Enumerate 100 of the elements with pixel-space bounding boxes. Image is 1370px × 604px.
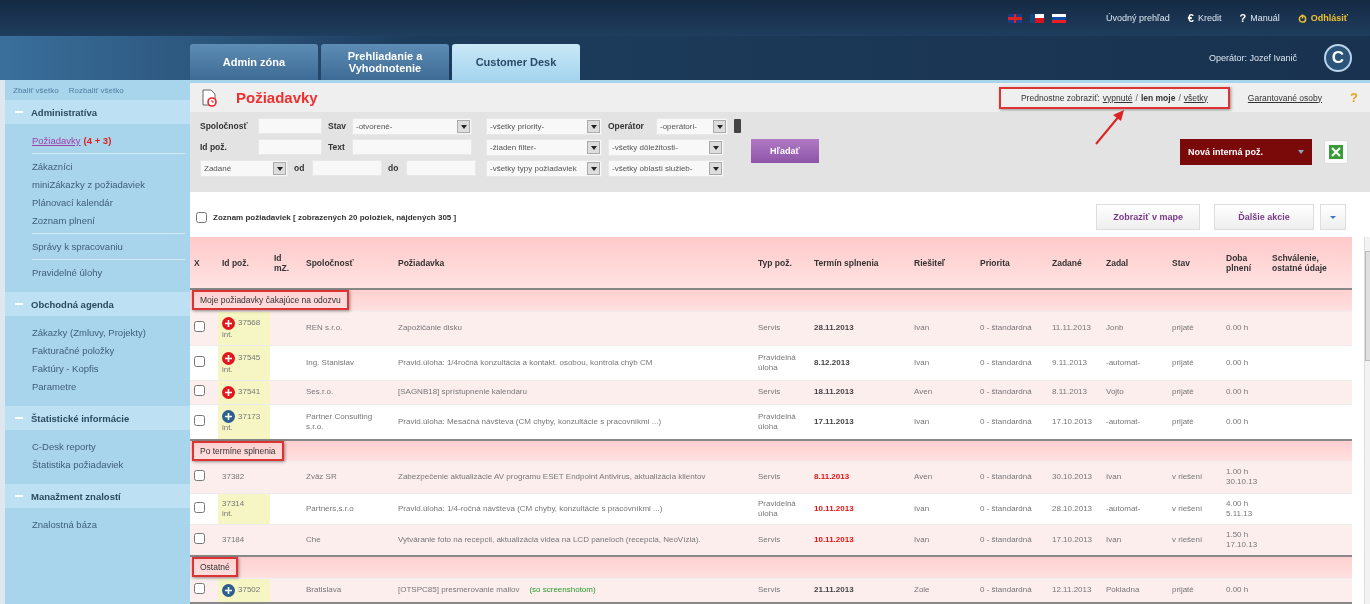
row-checkbox[interactable] — [194, 501, 205, 513]
actions-button[interactable]: Ďalšie akcie — [1214, 204, 1314, 230]
sidebar-item[interactable]: Požiadavky (4 + 3) — [32, 132, 185, 154]
column-header[interactable]: Schválenie, ostatné údaje — [1268, 237, 1352, 289]
row-checkbox[interactable] — [194, 470, 205, 482]
status: v riešení — [1172, 472, 1203, 482]
column-header[interactable]: Priorita — [976, 237, 1048, 289]
flag-icon[interactable] — [1052, 13, 1067, 23]
header-link[interactable]: ? Manuál — [1239, 12, 1280, 24]
column-header[interactable]: Doba plnení — [1222, 237, 1268, 289]
select-all-checkbox[interactable] — [196, 211, 207, 223]
sidebar-section-header[interactable]: Štatistické informácie — [5, 406, 190, 430]
sidebar-section-header[interactable]: Administratíva — [5, 100, 190, 124]
sidebar-item[interactable]: Parametre — [32, 378, 190, 396]
due-date: 8.12.2013 — [814, 358, 850, 367]
solver: Aven — [914, 387, 933, 397]
column-header[interactable]: Typ pož. — [754, 237, 810, 289]
row-checkbox[interactable] — [194, 415, 205, 426]
header-link[interactable]: € Kredit — [1187, 12, 1222, 24]
group-title: Po termíne splnenia — [192, 441, 284, 462]
created-date: 12.11.2013 — [1052, 585, 1092, 595]
request-type-select[interactable]: -všetky typy požiadaviek — [486, 159, 602, 177]
column-header[interactable]: Zadal — [1102, 237, 1168, 289]
note: (so screenshotom) — [529, 585, 596, 595]
tab[interactable]: Admin zóna — [190, 44, 318, 80]
sidebar-item[interactable]: C-Desk reporty — [32, 438, 190, 456]
sidebar-item[interactable]: Fakturačné položky — [32, 342, 190, 360]
sidebar-item[interactable]: Zákazníci — [32, 158, 190, 176]
sidebar-item[interactable]: Pravidelné úlohy — [32, 264, 190, 282]
service-area-select[interactable]: -všetky oblasti služieb- — [608, 159, 724, 177]
company: Partner Consulting s.r.o. — [306, 412, 373, 431]
logout-link[interactable]: Odhlásiť — [1297, 13, 1348, 23]
column-header[interactable]: Stav — [1168, 237, 1222, 289]
header-link[interactable]: Úvodný prehľad — [1106, 13, 1170, 23]
request-type: Servis — [758, 472, 781, 482]
status: prijaté — [1172, 387, 1194, 397]
sidebar-item[interactable]: Zákazky (Zmluvy, Projekty) — [32, 324, 190, 342]
tab[interactable]: Customer Desk — [452, 44, 580, 80]
row-checkbox[interactable] — [194, 532, 205, 544]
created-date: 11.11.2013 — [1052, 323, 1091, 333]
column-header[interactable]: Id mZ. — [270, 237, 302, 289]
date-type-select[interactable]: Zadané — [200, 159, 288, 177]
operator-select[interactable]: -operátori- — [656, 117, 728, 135]
flag-icon[interactable] — [1030, 13, 1045, 23]
status-select[interactable]: -otvorené- — [352, 117, 472, 135]
row-checkbox[interactable] — [194, 321, 205, 333]
group-title: Ostatné — [192, 557, 238, 578]
column-header[interactable]: Spoločnosť — [302, 237, 394, 289]
priority: 0 - štandardná — [980, 417, 1032, 426]
sidebar-section-header[interactable]: Manažment znalostí — [5, 484, 190, 508]
sidebar-item[interactable]: Zoznam plnení — [32, 212, 185, 234]
section-title: Štatistické informácie — [31, 412, 130, 424]
map-button[interactable]: Zobraziť v mape — [1096, 204, 1200, 230]
created-by: Ivan — [1106, 534, 1122, 544]
status: v riešení — [1172, 503, 1203, 513]
priority: 0 - štandardná — [980, 585, 1032, 595]
annotation-arrow — [1093, 107, 1127, 147]
column-header[interactable]: Požiadavka — [394, 237, 754, 289]
priority-select[interactable]: -všetky priority- — [486, 117, 602, 135]
view-filter-label: Prednostne zobraziť: — [1020, 92, 1100, 103]
field-label: Operátor — [608, 121, 645, 131]
guarantors-link[interactable]: Garantované osoby — [1247, 92, 1323, 103]
sidebar-item[interactable]: Plánovací kalendár — [32, 194, 190, 212]
solver: Zole — [914, 585, 930, 595]
view-option-link[interactable]: všetky — [1183, 92, 1208, 103]
priority: 0 - štandardná — [980, 358, 1032, 367]
sidebar-section-header[interactable]: Obchodná agenda — [5, 292, 190, 316]
column-header[interactable]: X — [190, 237, 218, 289]
group-title: Moje požiadavky čakajúce na odozvu — [192, 290, 349, 311]
saved-filter-select[interactable]: -žiaden filter- — [486, 138, 602, 156]
operator-name: Operátor: Jozef Ivanič — [1208, 53, 1297, 63]
duration: 0.00 h — [1226, 358, 1250, 368]
excel-export-icon[interactable] — [1324, 140, 1348, 164]
created-by: Ivan — [1106, 472, 1122, 482]
view-option-link[interactable]: len moje — [1140, 92, 1176, 103]
view-option-link[interactable]: vypnuté — [1102, 92, 1133, 103]
request-id: 37173 — [238, 412, 261, 422]
duration: 1.50 h — [1226, 529, 1250, 540]
request-id: 37184 — [222, 534, 245, 545]
search-button[interactable]: Hľadať — [751, 139, 819, 163]
status: prijaté — [1172, 323, 1194, 333]
row-checkbox[interactable] — [194, 583, 205, 595]
new-request-button[interactable]: Nová interná pož. — [1180, 139, 1312, 165]
tab[interactable]: Prehliadanie a Vyhodnotenie — [321, 44, 449, 80]
column-header[interactable]: Id pož. — [218, 237, 270, 289]
created-by: -automat- — [1106, 358, 1141, 367]
row-checkbox[interactable] — [194, 356, 205, 367]
column-header[interactable]: Zadané — [1048, 237, 1102, 289]
sidebar-item[interactable]: miniZákazky z požiadaviek — [32, 176, 190, 194]
priority: 0 - štandardná — [980, 534, 1032, 544]
duration: 0.00 h — [1226, 585, 1250, 596]
importance-select[interactable]: -všetky dôležitosti- — [608, 138, 724, 156]
sidebar-item[interactable]: Štatistika požiadaviek — [32, 456, 190, 474]
sidebar-item[interactable]: Znalostná báza — [32, 516, 190, 534]
column-header[interactable]: Termín splnenia — [810, 237, 910, 289]
row-checkbox[interactable] — [194, 385, 205, 397]
sidebar-item[interactable]: Správy k spracovaniu — [32, 238, 185, 260]
column-header[interactable]: Riešiteľ — [910, 237, 976, 289]
solver: Ivan — [914, 323, 930, 333]
sidebar-item[interactable]: Faktúry - Kopfis — [32, 360, 190, 378]
